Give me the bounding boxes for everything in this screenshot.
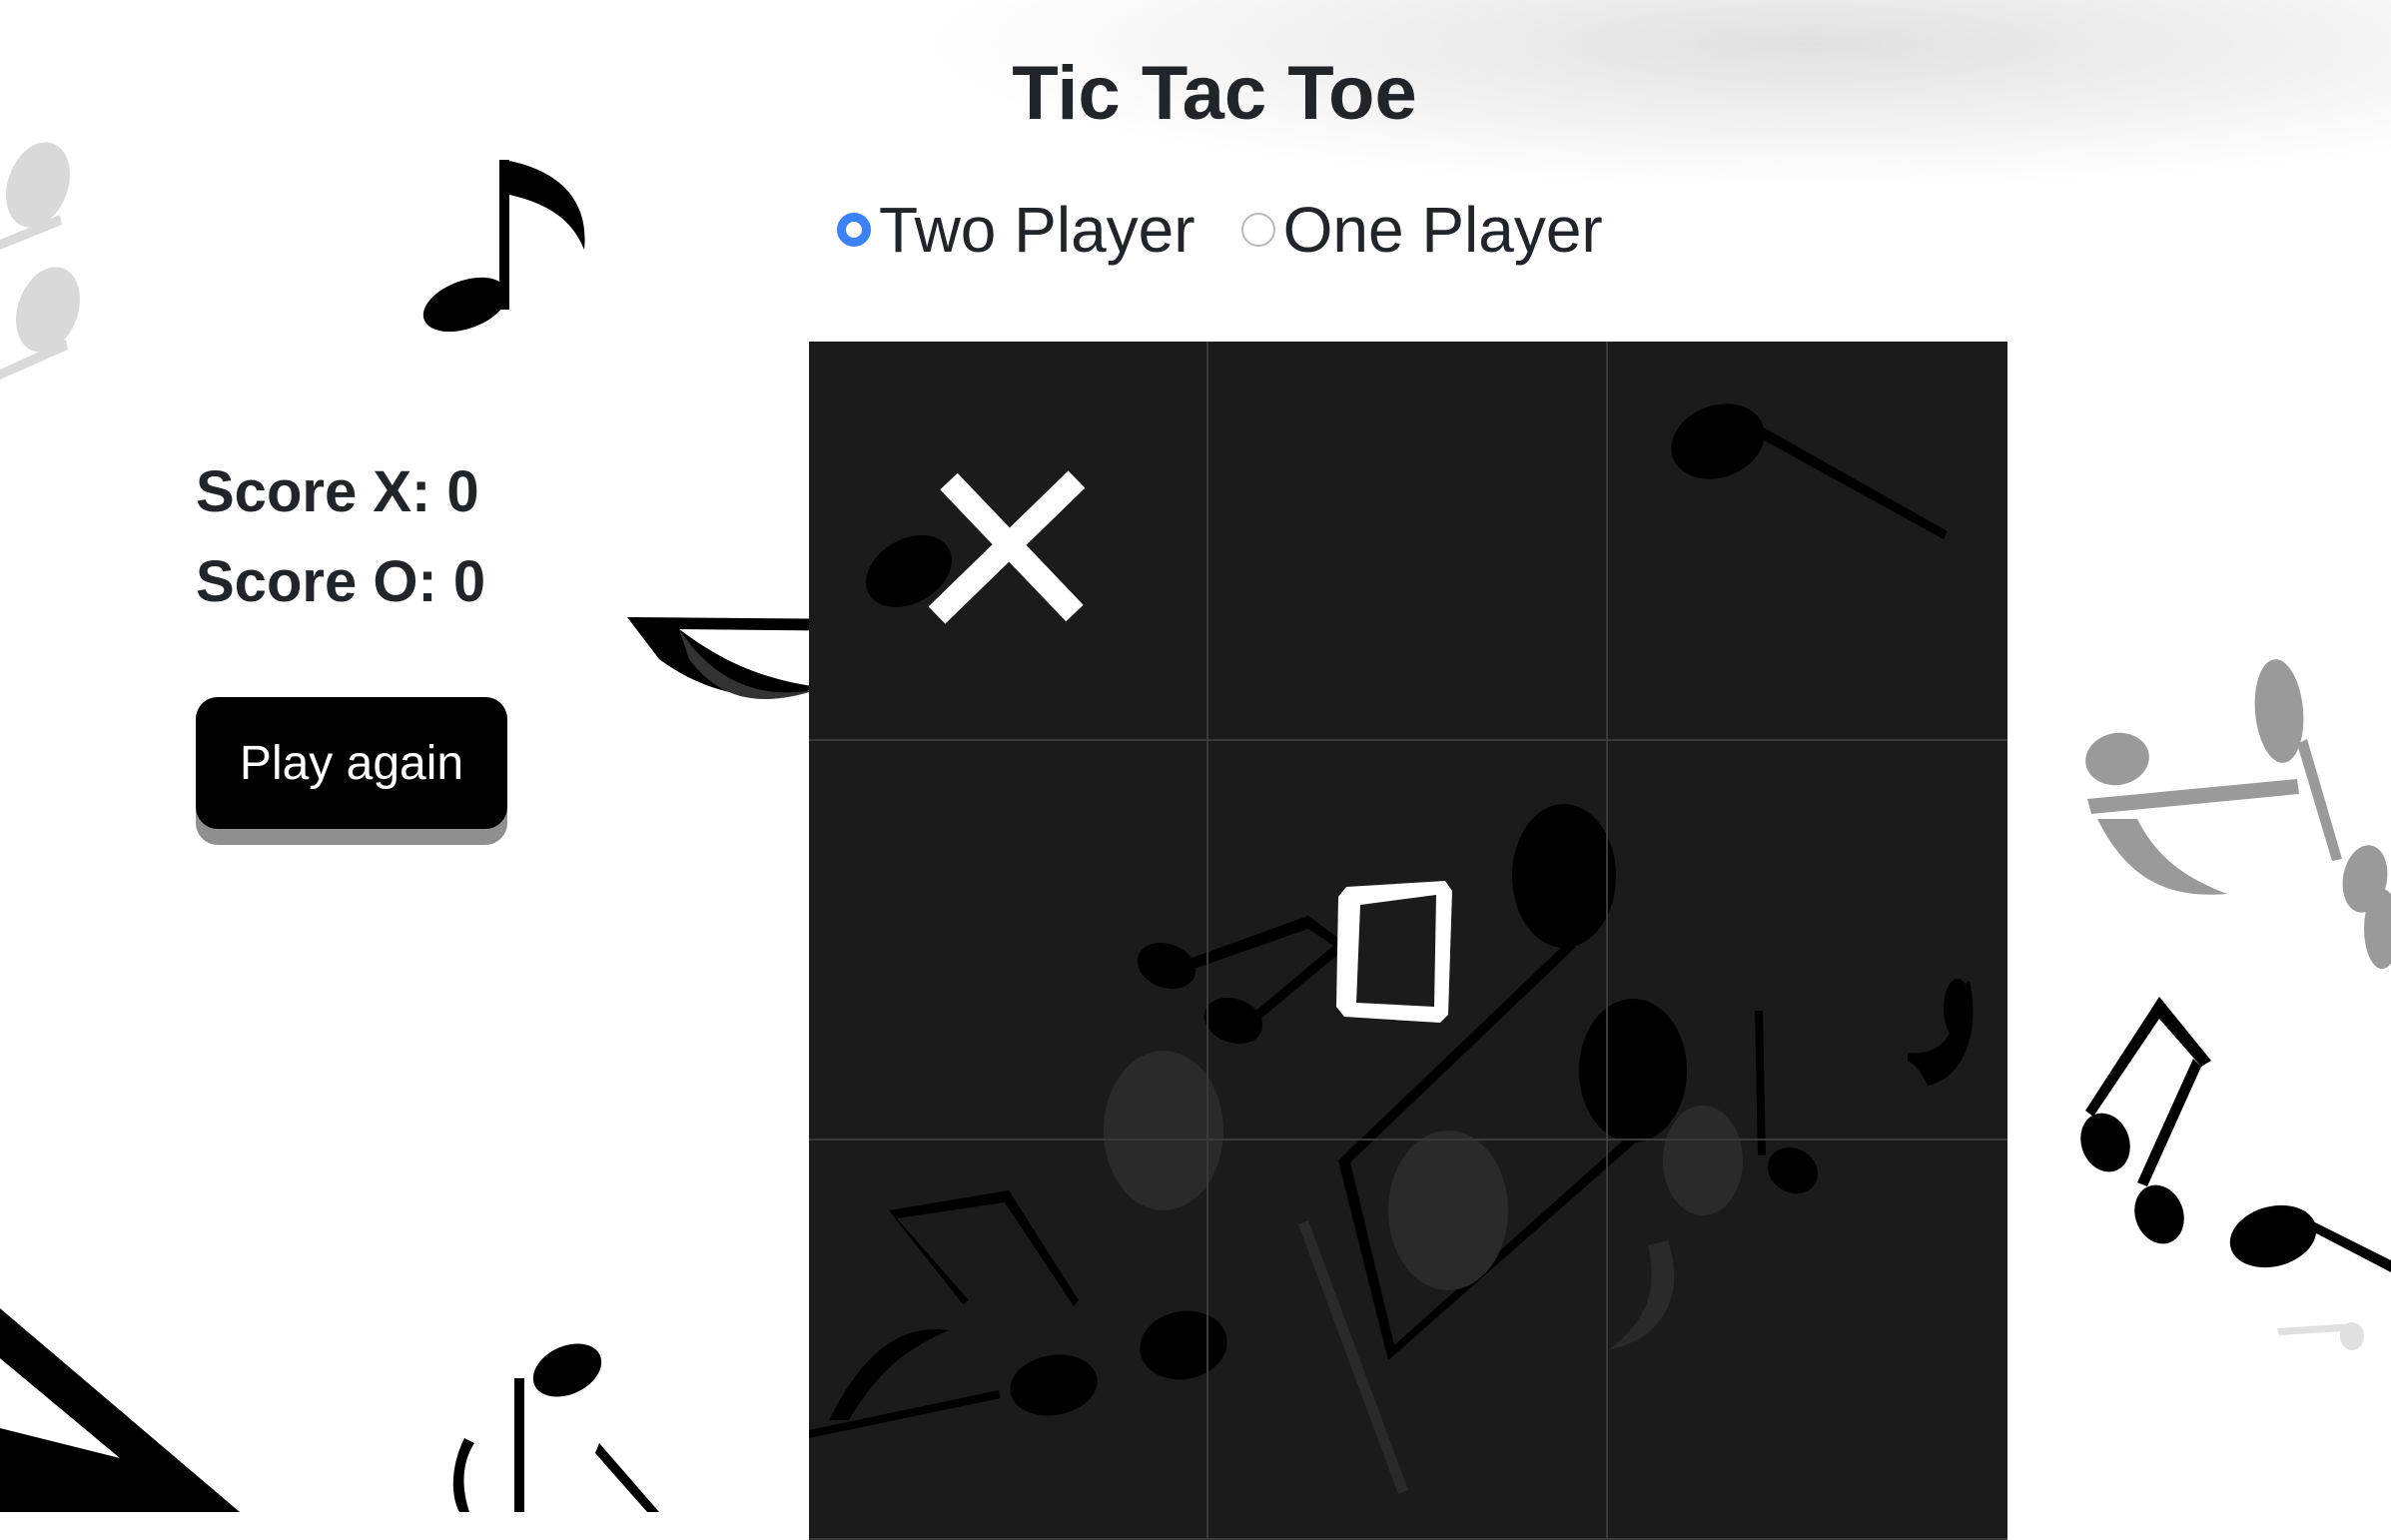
play-again-button[interactable]: Play again (196, 697, 507, 829)
page-title: Tic Tac Toe (1012, 51, 1417, 136)
music-note-icon (2085, 659, 2391, 1350)
game-board (809, 342, 2007, 1540)
music-note-icon (2080, 997, 2391, 1272)
board-grid (809, 342, 2007, 1540)
cell-9[interactable] (1608, 1141, 2007, 1540)
cell-1[interactable] (809, 342, 1208, 741)
music-note-icon (0, 1308, 659, 1512)
x-mark-icon (928, 470, 1086, 624)
game-mode-selector: Two Player One Player (837, 188, 1649, 272)
cell-3[interactable] (1608, 342, 2007, 741)
score-x: Score X: 0 (196, 459, 479, 524)
o-mark-icon (1336, 881, 1452, 1023)
two-player-label: Two Player (879, 194, 1196, 266)
music-note-icon (0, 142, 80, 380)
mode-option-two-player[interactable]: Two Player (837, 193, 1196, 267)
cell-7[interactable] (809, 1141, 1208, 1540)
cell-6[interactable] (1608, 741, 2007, 1141)
scoreboard: Score X: 0 Score O: 0 (196, 447, 485, 627)
cell-4[interactable] (809, 741, 1208, 1141)
cell-5[interactable] (1208, 741, 1608, 1141)
one-player-radio[interactable] (1240, 213, 1275, 247)
two-player-radio[interactable] (837, 213, 871, 247)
one-player-label: One Player (1282, 194, 1603, 266)
mode-option-one-player[interactable]: One Player (1240, 193, 1603, 267)
cell-8[interactable] (1208, 1141, 1608, 1540)
score-o: Score O: 0 (196, 549, 486, 614)
music-note-icon (422, 160, 585, 333)
cell-2[interactable] (1208, 342, 1608, 741)
